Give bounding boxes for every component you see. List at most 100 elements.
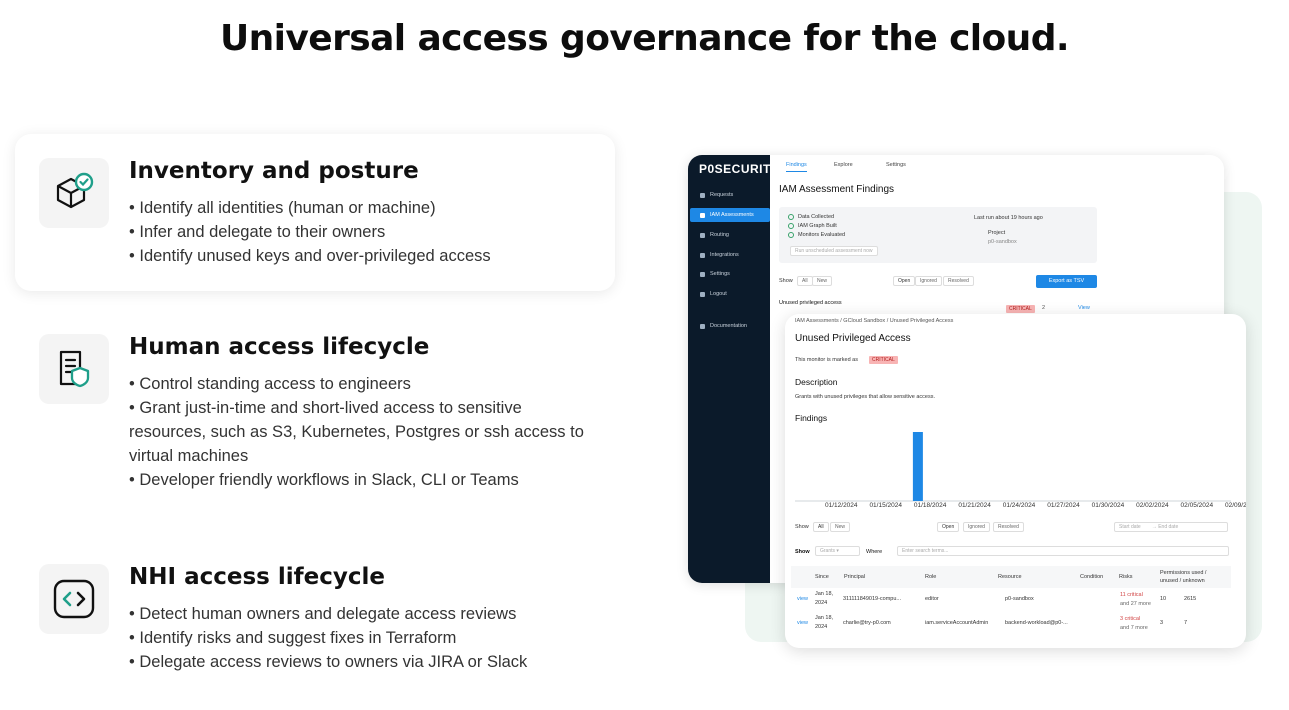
- end-date-placeholder: End date: [1158, 524, 1179, 530]
- severity-badge: CRITICAL: [869, 356, 898, 364]
- risk-more: and 27 more: [1120, 601, 1151, 607]
- column-header[interactable]: Permissions used / unused / unknown: [1160, 569, 1226, 585]
- finding-name: Unused privileged access: [779, 300, 842, 306]
- link-icon: [700, 324, 705, 329]
- permissions-used: 10: [1160, 596, 1167, 602]
- assessment-status-panel: Data Collected IAM Graph Built Monitors …: [779, 207, 1097, 263]
- x-tick-label: 01/12/2024: [825, 502, 858, 509]
- role-cell: iam.serviceAccountAdmin: [925, 620, 989, 626]
- permissions-unused: 2615: [1184, 596, 1197, 602]
- filter-all[interactable]: All: [813, 522, 829, 532]
- column-header[interactable]: Role: [925, 574, 936, 580]
- grants-select-value: Grants: [820, 548, 836, 554]
- state-open[interactable]: Open: [893, 276, 916, 286]
- state-open[interactable]: Open: [937, 522, 960, 532]
- state-resolved[interactable]: Resolved: [943, 276, 974, 286]
- x-tick-label: 01/30/2024: [1091, 502, 1125, 509]
- check-icon: [788, 232, 794, 238]
- date-range-input[interactable]: Start date → End date: [1114, 522, 1228, 532]
- column-header[interactable]: Resource: [998, 574, 1022, 580]
- tab-findings[interactable]: Findings: [786, 162, 807, 172]
- column-header[interactable]: Risks: [1119, 574, 1132, 580]
- findings-heading: Findings: [795, 413, 828, 423]
- feature-card-human-access[interactable]: Human access lifecycle Control standing …: [15, 310, 615, 510]
- finding-detail-panel: IAM Assessments / GCloud Sandbox / Unuse…: [785, 314, 1246, 648]
- show-label: Show: [795, 549, 810, 555]
- page-title: IAM Assessment Findings: [779, 184, 895, 195]
- x-tick-label: 01/18/2024: [913, 502, 947, 509]
- bullet-item: Grant just-in-time and short-lived acces…: [129, 396, 589, 468]
- nav-item-integrations[interactable]: Integrations: [690, 248, 770, 262]
- column-header[interactable]: Principal: [844, 574, 865, 580]
- risk-badge: 3 critical: [1120, 616, 1141, 622]
- column-header[interactable]: Condition: [1080, 574, 1103, 580]
- feature-card-nhi-access[interactable]: NHI access lifecycle Detect human owners…: [15, 540, 615, 690]
- resource-cell: backend-workload@p0-...: [1005, 620, 1068, 626]
- description-text: Grants with unused privileges that allow…: [795, 394, 936, 400]
- since-cell: Jan 18, 2024: [815, 615, 834, 630]
- status-item: Data Collected: [798, 214, 835, 220]
- show-label: Show: [795, 524, 809, 530]
- feature-card-inventory[interactable]: Inventory and posture Identify all ident…: [15, 134, 615, 291]
- state-ignored[interactable]: Ignored: [963, 522, 990, 532]
- nav-item-logout[interactable]: Logout: [690, 287, 770, 301]
- view-link[interactable]: View: [1078, 305, 1090, 311]
- bullet-item: Identify all identities (human or machin…: [129, 196, 589, 220]
- search-input[interactable]: Enter search terms...: [897, 546, 1229, 556]
- project-label: Project: [988, 230, 1006, 236]
- view-link[interactable]: view: [797, 620, 808, 626]
- bullet-item: Identify risks and suggest fixes in Terr…: [129, 626, 589, 650]
- grants-select[interactable]: Grants ▾: [815, 546, 860, 556]
- page-headline: Universal access governance for the clou…: [220, 18, 1070, 59]
- detail-title: Unused Privileged Access: [795, 333, 911, 344]
- filter-new[interactable]: New: [830, 522, 851, 532]
- nav-label: Logout: [710, 291, 727, 297]
- feature-title: Human access lifecycle: [129, 334, 430, 360]
- document-shield-icon: [39, 334, 109, 404]
- status-item: IAM Graph Built: [798, 223, 837, 229]
- x-tick-label: 02/02/2024: [1136, 502, 1169, 509]
- tab-settings[interactable]: Settings: [886, 162, 906, 168]
- nav-label: Documentation: [710, 323, 747, 329]
- column-header[interactable]: Since: [815, 574, 829, 580]
- state-ignored[interactable]: Ignored: [915, 276, 942, 286]
- risk-more: and 7 more: [1120, 625, 1148, 631]
- filter-all[interactable]: All: [797, 276, 813, 286]
- role-cell: editor: [925, 596, 939, 602]
- x-tick-label: 01/24/2024: [1002, 502, 1036, 509]
- export-tsv-button[interactable]: Export as TSV: [1036, 275, 1097, 288]
- nav-item-documentation[interactable]: Documentation: [690, 319, 770, 333]
- x-tick-label: 02/05/2024: [1180, 502, 1214, 509]
- nav-item-requests[interactable]: Requests: [690, 188, 770, 202]
- feature-bullets: Identify all identities (human or machin…: [129, 196, 589, 268]
- nav-label: Settings: [710, 271, 730, 277]
- check-icon: [788, 223, 794, 229]
- breadcrumb: IAM Assessments / GCloud Sandbox / Unuse…: [795, 318, 954, 324]
- bullet-item: Delegate access reviews to owners via JI…: [129, 650, 589, 674]
- status-item: Monitors Evaluated: [798, 232, 846, 238]
- state-resolved[interactable]: Resolved: [993, 522, 1024, 532]
- chart-bar: [912, 432, 923, 501]
- x-tick-label: 02/09/2024: [1225, 502, 1246, 509]
- filter-new[interactable]: New: [812, 276, 833, 286]
- tab-explore[interactable]: Explore: [834, 162, 853, 168]
- app-sidebar: P0SECURITY Requests IAM Assessments Rout…: [688, 155, 779, 583]
- nav-item-settings[interactable]: Settings: [690, 267, 770, 281]
- where-label: Where: [866, 549, 883, 555]
- table-header: Since Principal Role Resource Condition …: [791, 566, 1231, 588]
- routing-icon: [700, 233, 705, 238]
- project-value: p0-sandbox: [988, 239, 1017, 245]
- risk-badge: 11 critical: [1120, 592, 1143, 598]
- feature-bullets: Control standing access to engineers Gra…: [129, 372, 589, 492]
- monitor-text: This monitor is marked as: [795, 357, 858, 363]
- nav-label: Routing: [710, 232, 729, 238]
- view-link[interactable]: view: [797, 596, 808, 602]
- nav-item-routing[interactable]: Routing: [690, 228, 770, 242]
- app-logo: P0SECURITY: [699, 162, 780, 176]
- feature-title: NHI access lifecycle: [129, 564, 385, 590]
- run-assessment-button[interactable]: Run unscheduled assessment now: [790, 246, 878, 256]
- x-tick-label: 01/15/2024: [869, 502, 902, 509]
- nav-item-iam-assessments[interactable]: IAM Assessments: [690, 208, 770, 222]
- nav-label: Integrations: [710, 252, 739, 258]
- bullet-item: Infer and delegate to their owners: [129, 220, 589, 244]
